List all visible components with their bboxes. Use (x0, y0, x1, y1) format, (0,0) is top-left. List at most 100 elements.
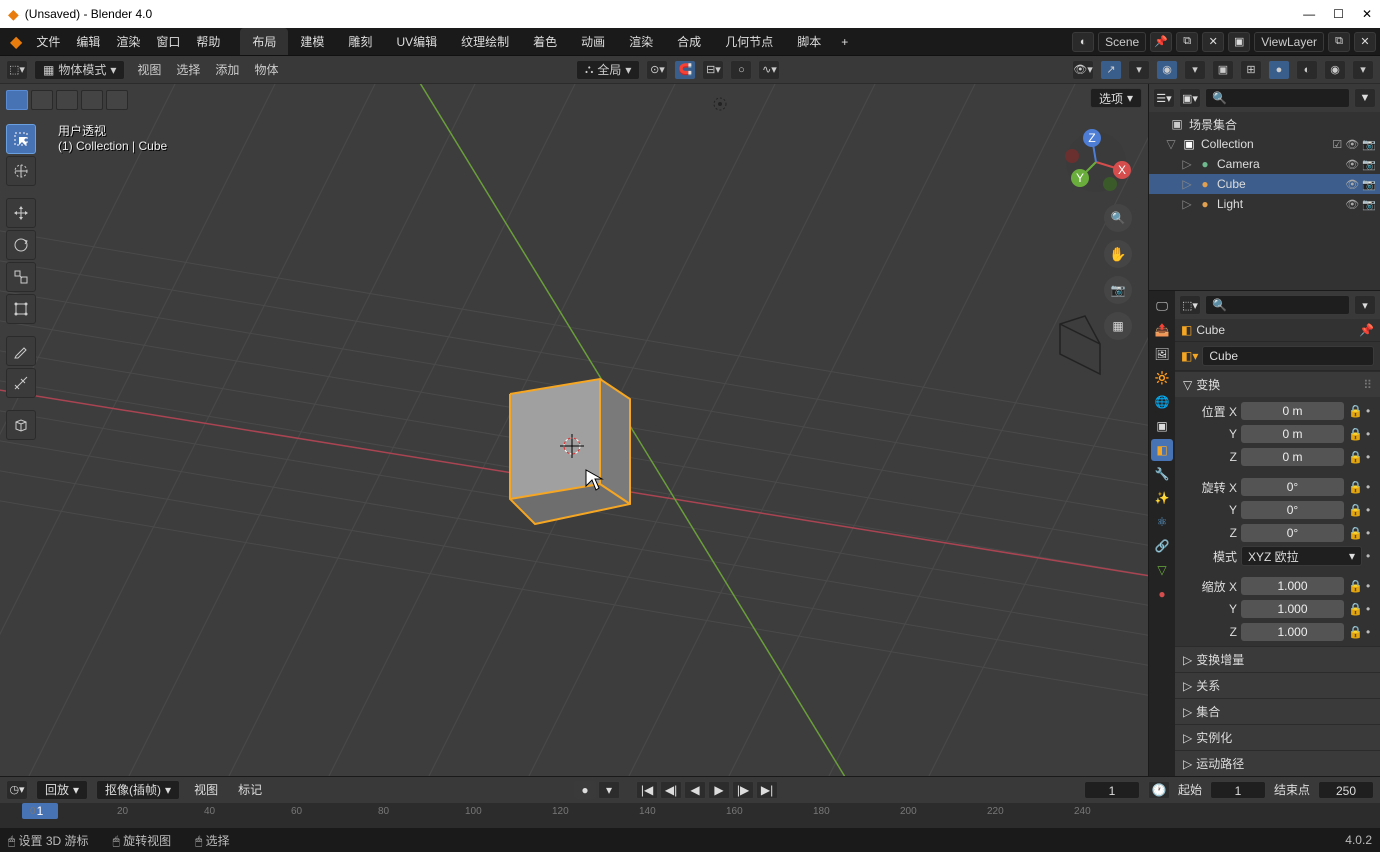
pin-icon[interactable]: 📌 (1359, 323, 1374, 337)
select-invert-icon[interactable] (81, 90, 103, 110)
keying-dropdown[interactable]: 抠像(插帧) ▾ (96, 780, 180, 800)
start-frame-field[interactable]: 1 (1210, 781, 1266, 799)
zoom-icon[interactable]: 🔍 (1104, 204, 1132, 232)
display-mode-icon[interactable]: ▣▾ (1179, 88, 1201, 108)
transform-panel-header[interactable]: ▽ 变换⠿ (1175, 371, 1380, 397)
outliner-search[interactable]: 🔍 (1205, 88, 1350, 108)
vmenu-物体[interactable]: 物体 (248, 58, 284, 81)
tree-row-Cube[interactable]: ▷●Cube👁 📷 (1149, 174, 1380, 194)
viewlayer-field[interactable]: ViewLayer (1254, 32, 1324, 52)
tab-着色[interactable]: 着色 (521, 28, 569, 55)
shading-preview-icon[interactable]: ◐ (1296, 60, 1318, 80)
filter-icon[interactable]: ▼ (1354, 88, 1376, 108)
jump-end-icon[interactable]: ▶| (756, 781, 778, 799)
lock-icon[interactable]: 🔒 (1348, 625, 1362, 639)
menu-渲染[interactable]: 渲染 (108, 29, 148, 54)
scene-browse-icon[interactable]: ◐ (1072, 32, 1094, 52)
camera-view-icon[interactable]: 📷 (1104, 276, 1132, 304)
minimize-button[interactable]: — (1303, 7, 1315, 21)
shading-opts-icon[interactable]: ▾ (1352, 60, 1374, 80)
tree-row-Camera[interactable]: ▷●Camera👁 📷 (1149, 154, 1380, 174)
menu-文件[interactable]: 文件 (28, 29, 68, 54)
tab-data[interactable]: ▽ (1151, 559, 1173, 581)
playback-dropdown[interactable]: 回放 ▾ (36, 780, 88, 800)
lock-icon[interactable]: 🔒 (1348, 480, 1362, 494)
relations-panel-header[interactable]: ▷ 关系 (1175, 672, 1380, 698)
play-icon[interactable]: ▶ (708, 781, 730, 799)
tree-row-Light[interactable]: ▷●Light👁 📷 (1149, 194, 1380, 214)
shading-solid-icon[interactable]: ● (1268, 60, 1290, 80)
overlay-toggle[interactable]: ◉ (1156, 60, 1178, 80)
pos-z-field[interactable]: 0 m (1241, 448, 1344, 466)
play-rev-icon[interactable]: ◀ (684, 781, 706, 799)
maximize-button[interactable]: ☐ (1333, 7, 1344, 21)
xray-icon[interactable]: ▣ (1212, 60, 1234, 80)
add-workspace-button[interactable]: + (833, 31, 856, 53)
move-tool[interactable] (6, 198, 36, 228)
menu-帮助[interactable]: 帮助 (188, 29, 228, 54)
tab-viewlayer[interactable]: 🖼 (1151, 343, 1173, 365)
jump-start-icon[interactable]: |◀ (636, 781, 658, 799)
tab-particles[interactable]: ✨ (1151, 487, 1173, 509)
tab-world[interactable]: 🌐 (1151, 391, 1173, 413)
scene-name-field[interactable]: Scene (1098, 32, 1146, 52)
tab-scene[interactable]: 🔆 (1151, 367, 1173, 389)
rot-z-field[interactable]: 0° (1241, 524, 1344, 542)
cursor-tool[interactable] (6, 156, 36, 186)
tab-合成[interactable]: 合成 (665, 28, 713, 55)
tab-physics[interactable]: ⚛ (1151, 511, 1173, 533)
tab-雕刻[interactable]: 雕刻 (336, 28, 384, 55)
vmenu-选择[interactable]: 选择 (170, 58, 206, 81)
snap-toggle[interactable]: 🧲 (674, 60, 696, 80)
lock-icon[interactable]: 🔒 (1348, 450, 1362, 464)
scene-copy-icon[interactable]: ⧉ (1176, 32, 1198, 52)
gizmo-opts-icon[interactable]: ▾ (1128, 60, 1150, 80)
collections-panel-header[interactable]: ▷ 集合 (1175, 698, 1380, 724)
scl-y-field[interactable]: 1.000 (1241, 600, 1344, 618)
tab-render[interactable]: 🖵 (1151, 295, 1173, 317)
options-dropdown[interactable]: 选项 ▾ (1090, 88, 1142, 108)
end-frame-field[interactable]: 250 (1318, 781, 1374, 799)
delta-panel-header[interactable]: ▷ 变换增量 (1175, 646, 1380, 672)
lock-icon[interactable]: 🔒 (1348, 503, 1362, 517)
auto-key-icon[interactable]: ● (574, 781, 596, 799)
lock-icon[interactable]: 🔒 (1348, 602, 1362, 616)
visibility-icon[interactable]: 👁▾ (1072, 60, 1094, 80)
tab-object[interactable]: ◧ (1151, 439, 1173, 461)
vmenu-视图[interactable]: 视图 (131, 58, 167, 81)
instancing-panel-header[interactable]: ▷ 实例化 (1175, 724, 1380, 750)
3d-viewport[interactable]: 用户透视 (1) Collection | Cube X Y Z (0, 84, 1148, 776)
props-search[interactable]: 🔍 (1205, 295, 1350, 315)
motion-panel-header[interactable]: ▷ 运动路径 (1175, 750, 1380, 776)
tree-row-场景集合[interactable]: ▣场景集合 (1149, 114, 1380, 134)
timeline-marker-menu[interactable]: 标记 (232, 778, 268, 801)
scale-tool[interactable] (6, 262, 36, 292)
scl-z-field[interactable]: 1.000 (1241, 623, 1344, 641)
lock-icon[interactable]: 🔒 (1348, 404, 1362, 418)
tab-布局[interactable]: 布局 (240, 28, 288, 55)
perspective-icon[interactable]: ▦ (1104, 312, 1132, 340)
add-cube-tool[interactable] (6, 410, 36, 440)
tab-modifiers[interactable]: 🔧 (1151, 463, 1173, 485)
prev-key-icon[interactable]: ◀| (660, 781, 682, 799)
measure-tool[interactable] (6, 368, 36, 398)
select-extend-icon[interactable] (31, 90, 53, 110)
overlay-opts-icon[interactable]: ▾ (1184, 60, 1206, 80)
nav-gizmo[interactable]: X Y Z (1060, 126, 1132, 198)
auto-key-opts[interactable]: ▾ (598, 781, 620, 799)
menu-编辑[interactable]: 编辑 (68, 29, 108, 54)
lock-icon[interactable]: 🔒 (1348, 526, 1362, 540)
outliner-type-icon[interactable]: ☰▾ (1153, 88, 1175, 108)
tab-output[interactable]: 📤 (1151, 319, 1173, 341)
timeline-type-icon[interactable]: ◷▾ (6, 780, 28, 800)
transform-tool[interactable] (6, 294, 36, 324)
gizmo-toggle[interactable]: ↗ (1100, 60, 1122, 80)
object-name-field[interactable]: Cube (1202, 346, 1374, 366)
scene-delete-icon[interactable]: ✕ (1202, 32, 1224, 52)
layer-copy-icon[interactable]: ⧉ (1328, 32, 1350, 52)
orientation-dropdown[interactable]: ⛬ 全局 ▾ (576, 60, 640, 80)
vmenu-添加[interactable]: 添加 (209, 58, 245, 81)
pos-x-field[interactable]: 0 m (1241, 402, 1344, 420)
select-intersect-icon[interactable] (106, 90, 128, 110)
proportional-icon[interactable]: ○ (730, 60, 752, 80)
